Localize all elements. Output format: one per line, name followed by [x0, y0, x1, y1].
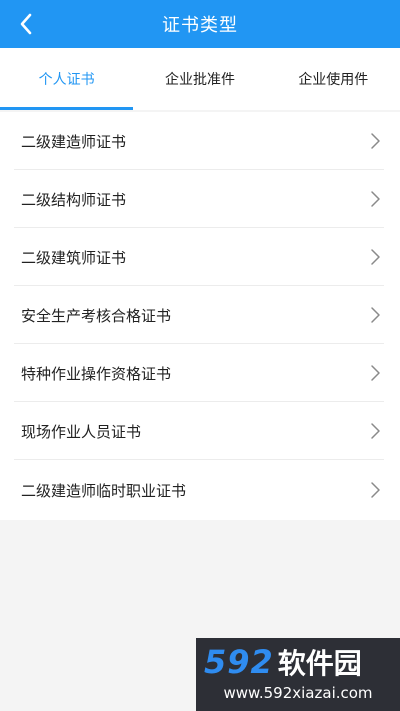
watermark-brand-name: 软件园 [277, 647, 362, 680]
list-item-label: 二级建造师证书 [21, 132, 127, 151]
chevron-right-icon [371, 365, 380, 381]
list-item[interactable]: 二级建筑师证书 [0, 228, 400, 286]
watermark-url: www.592xiazai.com [223, 684, 373, 702]
chevron-right-icon [371, 482, 380, 498]
watermark-logo: 592 软件园 [204, 643, 362, 681]
tab-label: 企业使用件 [298, 72, 369, 88]
tab-label: 个人证书 [38, 72, 95, 88]
tab-label: 企业批准件 [164, 72, 235, 88]
chevron-right-icon [371, 423, 380, 439]
list-item-label: 安全生产考核合格证书 [21, 306, 172, 325]
list-item[interactable]: 特种作业操作资格证书 [0, 344, 400, 402]
site-watermark: 592 软件园 www.592xiazai.com [196, 638, 400, 711]
list-item[interactable]: 现场作业人员证书 [0, 402, 400, 460]
chevron-right-icon [371, 307, 380, 323]
list-item-label: 二级建筑师证书 [21, 248, 127, 267]
chevron-right-icon [371, 249, 380, 265]
list-item[interactable]: 安全生产考核合格证书 [0, 286, 400, 344]
active-tab-indicator [0, 107, 134, 110]
tab-bar: 个人证书 企业批准件 企业使用件 [0, 48, 400, 110]
list-item-label: 现场作业人员证书 [21, 422, 142, 441]
list-item-label: 特种作业操作资格证书 [21, 364, 172, 383]
tab-personal-certificates[interactable]: 个人证书 [0, 48, 134, 110]
watermark-brand-number: 592 [204, 643, 274, 681]
back-button[interactable] [6, 4, 46, 44]
page-title: 证书类型 [162, 15, 238, 36]
list-item[interactable]: 二级建造师证书 [0, 112, 400, 170]
tab-enterprise-usage[interactable]: 企业使用件 [267, 48, 400, 110]
list-item[interactable]: 二级建造师临时职业证书 [0, 460, 400, 520]
tab-enterprise-approvals[interactable]: 企业批准件 [133, 48, 266, 110]
app-header: 证书类型 [0, 0, 400, 48]
chevron-right-icon [371, 191, 380, 207]
list-item-label: 二级结构师证书 [21, 190, 127, 209]
list-item-label: 二级建造师临时职业证书 [21, 481, 187, 500]
chevron-right-icon [371, 133, 380, 149]
list-item[interactable]: 二级结构师证书 [0, 170, 400, 228]
certificate-type-list: 二级建造师证书 二级结构师证书 二级建筑师证书 安全生产考核合格证书 特种作业操… [0, 112, 400, 520]
chevron-left-icon [20, 13, 32, 35]
